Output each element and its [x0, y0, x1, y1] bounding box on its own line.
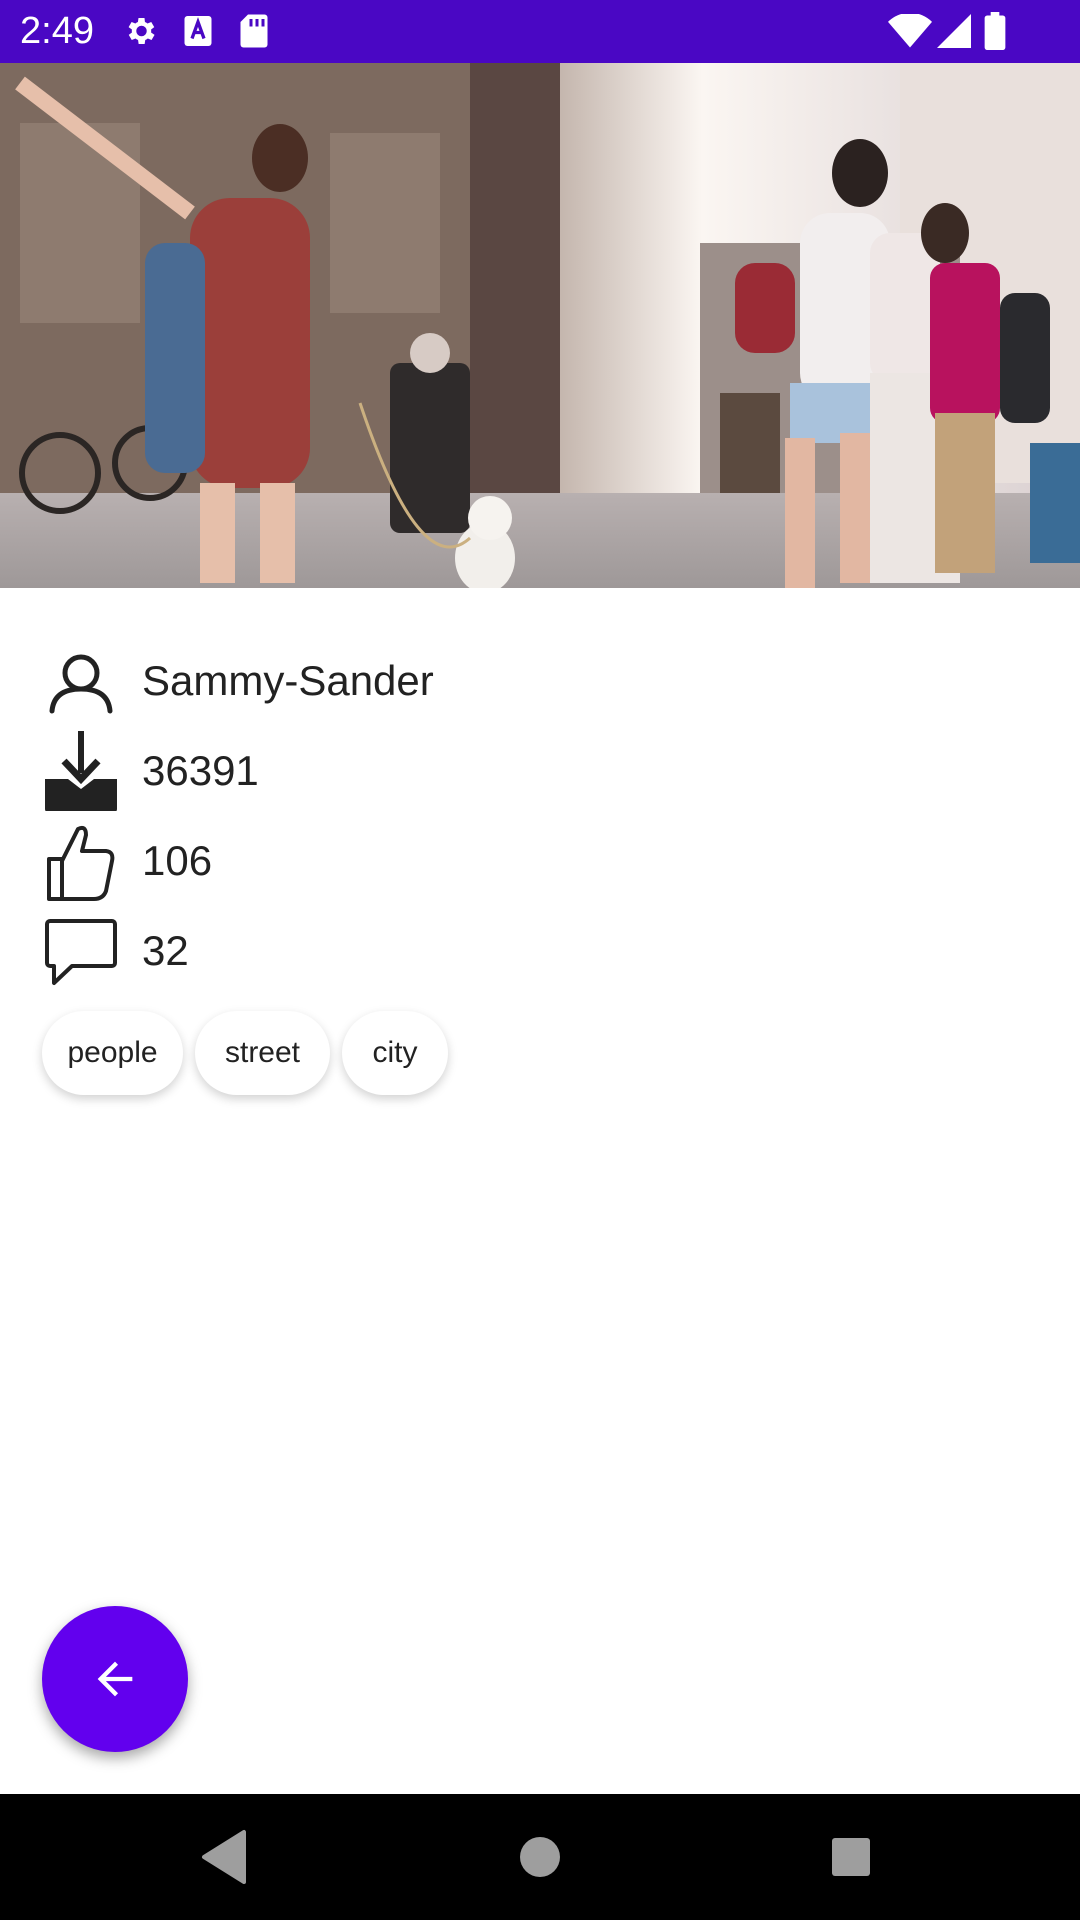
download-icon	[42, 731, 120, 813]
sd-card-icon	[238, 13, 270, 54]
a-badge-icon	[182, 13, 214, 54]
system-navigation-bar	[0, 1794, 1080, 1920]
tag-chip-city[interactable]: city	[342, 1011, 448, 1095]
people-walking-street-photo	[0, 63, 1080, 588]
arrow-back-icon	[97, 1661, 133, 1697]
likes-row: 106	[42, 821, 1042, 901]
home-circle-icon[interactable]	[507, 1824, 573, 1890]
user-name: Sammy-Sander	[142, 657, 434, 704]
status-bar: 2:49	[0, 0, 1080, 63]
user-icon	[42, 641, 120, 721]
battery-icon	[984, 12, 1006, 55]
downloads-count: 36391	[142, 747, 259, 794]
gear-icon	[122, 13, 158, 54]
status-time: 2:49	[20, 10, 94, 52]
back-triangle-icon[interactable]	[192, 1824, 258, 1890]
tag-chip-people[interactable]: people	[42, 1011, 183, 1095]
back-fab-button[interactable]	[42, 1606, 188, 1752]
wifi-icon	[888, 12, 932, 53]
signal-icon	[936, 14, 972, 53]
downloads-row: 36391	[42, 731, 1042, 813]
comment-icon	[42, 911, 120, 991]
thumbs-up-icon	[42, 821, 120, 901]
user-row: Sammy-Sander	[42, 641, 1042, 721]
image-detail-screen: 2:49 Sammy-Sander 36391 106 32 people st…	[0, 0, 1080, 1920]
recents-square-icon[interactable]	[818, 1824, 884, 1890]
likes-count: 106	[142, 837, 213, 884]
tag-chip-street[interactable]: street	[195, 1011, 330, 1095]
comments-count: 32	[142, 927, 189, 974]
comments-row: 32	[42, 911, 1042, 991]
